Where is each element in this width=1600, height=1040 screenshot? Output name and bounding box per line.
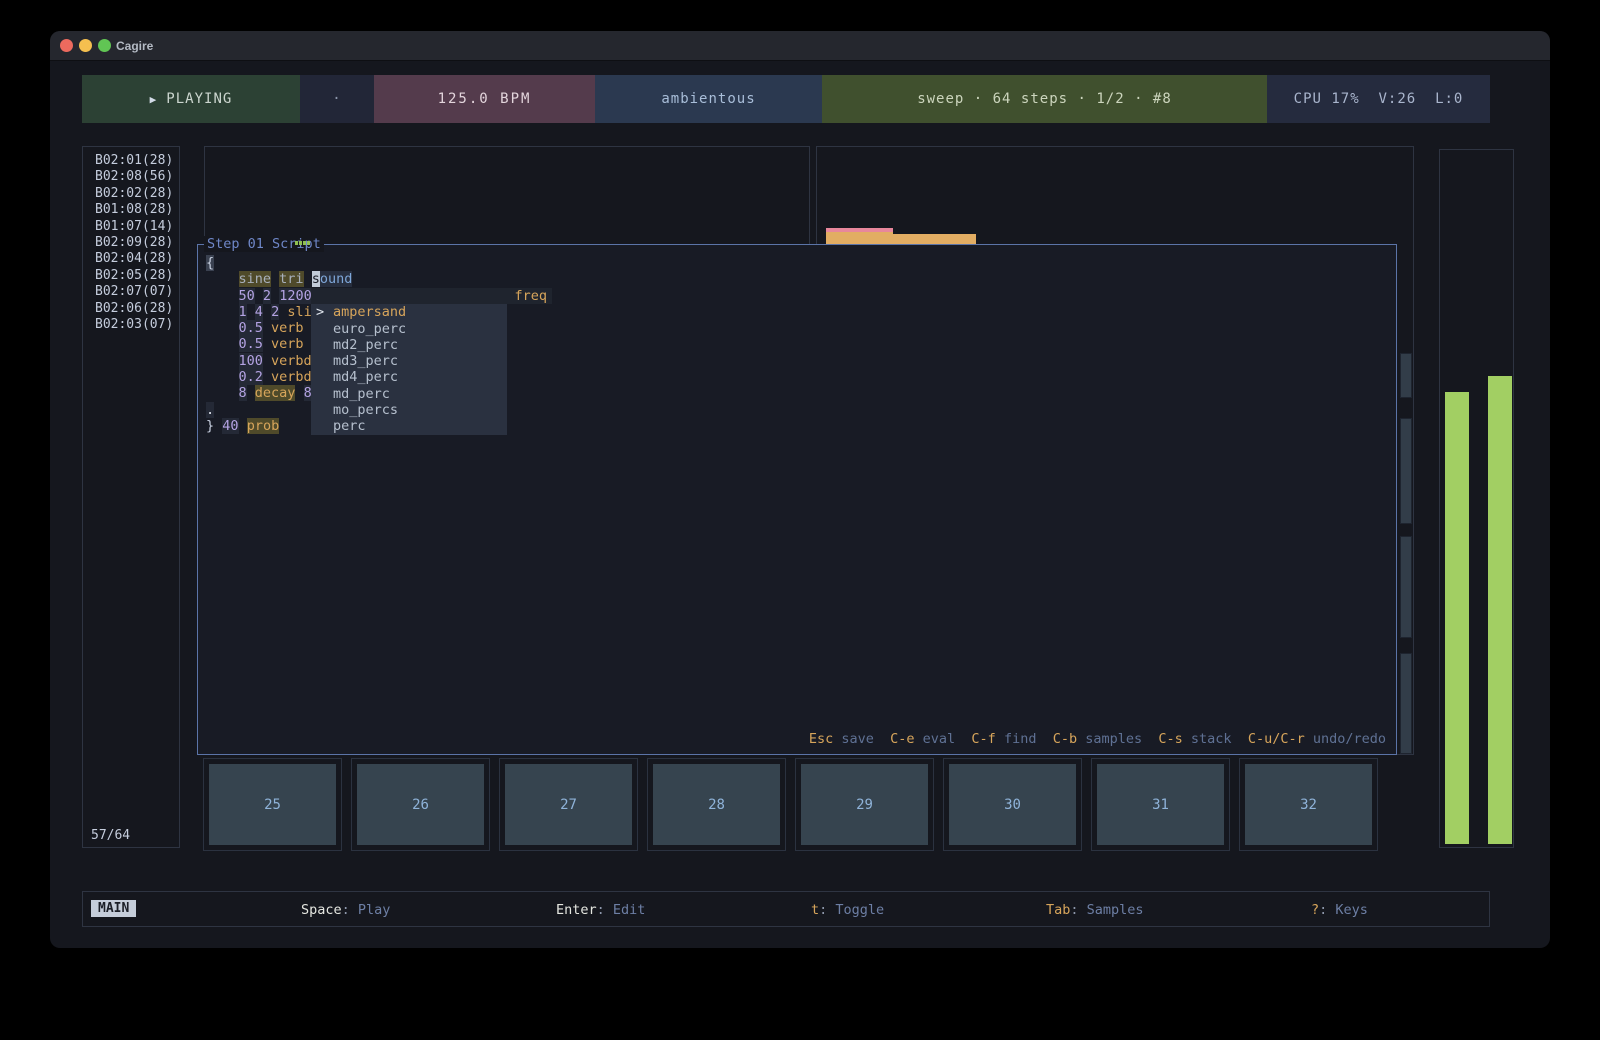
cpu-stats: CPU 17% V:26 L:0 bbox=[1267, 75, 1490, 123]
buffer-list-item[interactable]: B02:04(28) bbox=[83, 251, 179, 267]
help-label: samples bbox=[1077, 731, 1158, 747]
step-cell[interactable]: 28 bbox=[647, 758, 786, 851]
mini-cell bbox=[1400, 418, 1412, 524]
mini-cell bbox=[1400, 653, 1412, 754]
keybinding-hint: ?: Keys bbox=[1311, 902, 1368, 918]
app-window: Cagire ▶ PLAYING · 125.0 BPM ambientous s… bbox=[50, 31, 1550, 948]
buffer-list-item[interactable]: B02:08(56) bbox=[83, 169, 179, 185]
step-cell[interactable]: 30 bbox=[943, 758, 1082, 851]
help-key: Esc bbox=[809, 731, 833, 747]
help-label: eval bbox=[915, 731, 972, 747]
close-button[interactable] bbox=[60, 39, 73, 52]
buffer-list-item[interactable]: B02:07(07) bbox=[83, 284, 179, 300]
help-label: undo/redo bbox=[1305, 731, 1386, 747]
level-meter-right bbox=[1488, 376, 1512, 844]
meter-panel bbox=[1439, 149, 1514, 848]
buffer-list-item[interactable]: B02:09(28) bbox=[83, 235, 179, 251]
keybinding-hint: Space: Play bbox=[301, 902, 390, 918]
step-counter: 57/64 bbox=[91, 828, 130, 843]
step-cell[interactable]: 25 bbox=[203, 758, 342, 851]
selection-marker-icon: > bbox=[316, 304, 324, 320]
buffer-panel: B02:01(28)B02:08(56)B02:02(28)B01:08(28)… bbox=[82, 146, 180, 848]
help-label: find bbox=[996, 731, 1053, 747]
sequence-info: sweep · 64 steps · 1/2 · #8 bbox=[822, 75, 1267, 123]
steps-row: 25 26 27 28 29 30 31 32 bbox=[203, 758, 1378, 851]
step-cell-number: 32 bbox=[1245, 764, 1372, 845]
level-meter-left bbox=[1445, 392, 1469, 844]
waveform-bar bbox=[826, 228, 893, 244]
step-cell-number: 26 bbox=[357, 764, 484, 845]
buffer-list-item[interactable]: B02:06(28) bbox=[83, 301, 179, 317]
script-editor[interactable]: Step 01 Script { sine tri sound 50 2 120… bbox=[197, 244, 1397, 755]
step-cell[interactable]: 27 bbox=[499, 758, 638, 851]
buffer-list-item[interactable]: B02:05(28) bbox=[83, 268, 179, 284]
help-label: stack bbox=[1183, 731, 1248, 747]
editor-help-bar: Esc save C-e eval C-f find C-b samples C… bbox=[809, 731, 1386, 747]
keybinding-hint: Enter: Edit bbox=[556, 902, 645, 918]
buffer-list-item[interactable]: B02:02(28) bbox=[83, 186, 179, 202]
help-label: save bbox=[833, 731, 890, 747]
buffer-list-item[interactable]: B02:01(28) bbox=[83, 153, 179, 169]
autocomplete-item[interactable]: perc bbox=[311, 418, 507, 434]
step-cell[interactable]: 31 bbox=[1091, 758, 1230, 851]
window-title: Cagire bbox=[116, 39, 153, 53]
autocomplete-item[interactable]: md4_perc bbox=[311, 369, 507, 385]
autocomplete-item[interactable]: md3_perc bbox=[311, 353, 507, 369]
keybinding-hint: t: Toggle bbox=[811, 902, 884, 918]
step-cell-number: 31 bbox=[1097, 764, 1224, 845]
autocomplete-item[interactable]: euro_perc bbox=[311, 321, 507, 337]
step-cell[interactable]: 32 bbox=[1239, 758, 1378, 851]
help-key: C-s bbox=[1158, 731, 1182, 747]
autocomplete-list: >ampersandeuro_percmd2_percmd3_percmd4_p… bbox=[311, 304, 507, 434]
buffer-list-item[interactable]: B02:03(07) bbox=[83, 317, 179, 333]
code-line: sine tri sound bbox=[206, 271, 1396, 287]
maximize-button[interactable] bbox=[98, 39, 111, 52]
step-cell-number: 27 bbox=[505, 764, 632, 845]
buffer-list: B02:01(28)B02:08(56)B02:02(28)B01:08(28)… bbox=[83, 147, 179, 333]
help-key: C-b bbox=[1053, 731, 1077, 747]
code-line: { bbox=[206, 255, 1396, 271]
autocomplete-item[interactable]: md2_perc bbox=[311, 337, 507, 353]
mini-cell bbox=[1400, 353, 1412, 398]
help-key: C-f bbox=[971, 731, 995, 747]
autocomplete-item[interactable]: >ampersand bbox=[311, 304, 507, 320]
step-cell-number: 25 bbox=[209, 764, 336, 845]
beat-indicator: · bbox=[300, 75, 374, 123]
status-bar: ▶ PLAYING · 125.0 BPM ambientous sweep · … bbox=[82, 75, 1490, 123]
step-cell-number: 30 bbox=[949, 764, 1076, 845]
step-cell-number: 29 bbox=[801, 764, 928, 845]
play-icon: ▶ bbox=[150, 93, 158, 106]
transport-status: ▶ PLAYING bbox=[82, 75, 300, 123]
bottom-bar: MAIN Space: Play Enter: Edit t: Toggle Tab:… bbox=[82, 891, 1490, 927]
step-cell[interactable]: 29 bbox=[795, 758, 934, 851]
autocomplete-item[interactable]: mo_percs bbox=[311, 402, 507, 418]
help-key: C-e bbox=[890, 731, 914, 747]
transport-label: PLAYING bbox=[166, 91, 232, 107]
waveform-bar bbox=[893, 234, 976, 244]
autocomplete-item[interactable]: md_perc bbox=[311, 386, 507, 402]
keybinding-hint: Tab: Samples bbox=[1046, 902, 1144, 918]
help-key: C-u/C-r bbox=[1248, 731, 1305, 747]
titlebar: Cagire bbox=[50, 31, 1550, 61]
step-cell-number: 28 bbox=[653, 764, 780, 845]
mini-cell bbox=[1400, 536, 1412, 638]
step-cell[interactable]: 26 bbox=[351, 758, 490, 851]
buffer-list-item[interactable]: B01:08(28) bbox=[83, 202, 179, 218]
bpm-display: 125.0 BPM bbox=[374, 75, 595, 123]
buffer-list-item[interactable]: B01:07(14) bbox=[83, 219, 179, 235]
autocomplete-popup: freq >ampersandeuro_percmd2_percmd3_perc… bbox=[311, 288, 552, 435]
minimize-button[interactable] bbox=[79, 39, 92, 52]
autocomplete-hint: freq bbox=[311, 288, 552, 304]
pattern-name: ambientous bbox=[595, 75, 822, 123]
mode-badge: MAIN bbox=[91, 900, 136, 917]
